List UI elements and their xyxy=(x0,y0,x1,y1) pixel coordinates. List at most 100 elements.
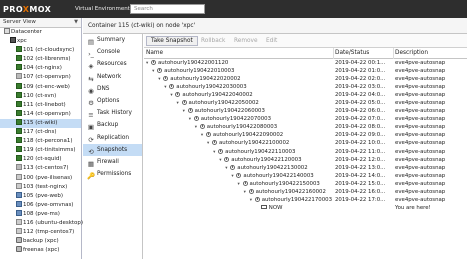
table-row[interactable]: ▾ autohourly190422040002 2019-04-22 04:0..… xyxy=(144,91,467,99)
nav-item-network[interactable]: ⇆ Network xyxy=(83,71,142,83)
container-icon xyxy=(16,109,22,116)
snapshot-name: autohourly190422100002 xyxy=(219,140,290,147)
nav-item-replication[interactable]: ⟳ Replication xyxy=(83,132,142,144)
table-row[interactable]: ▾ autohourly190422170003 2019-04-22 17:0..… xyxy=(144,196,467,204)
tree-item[interactable]: 118 (ct-percona1) xyxy=(0,137,81,146)
table-row[interactable]: ▾ autohourly190422120003 2019-04-22 12:0..… xyxy=(144,156,467,164)
snapshot-description-cell: eve4pve-autosnap xyxy=(395,140,446,147)
logo-text-left: PRO xyxy=(3,4,23,14)
table-row[interactable]: ▾ autohourly190422140003 2019-04-22 14:0..… xyxy=(144,172,467,180)
table-row[interactable]: ▾ autohourly190422080003 2019-04-22 08:0..… xyxy=(144,123,467,131)
content-title: Container 115 (ct-wiki) on node 'xpc' xyxy=(83,18,467,34)
tree-item[interactable]: 114 (ct-openvpn) xyxy=(0,109,81,119)
snapshot-name-cell: NOW xyxy=(256,204,283,212)
nav-item-console[interactable]: ›_ Console xyxy=(83,46,142,58)
tree-item[interactable]: 105 (pve-web) xyxy=(0,191,81,201)
table-row[interactable]: ▾ autohourly190422160002 2019-04-22 16:0..… xyxy=(144,188,467,196)
table-row[interactable]: NOW You are here! xyxy=(144,204,467,212)
table-row[interactable]: ▾ autohourly190422010003 2019-04-22 01:0..… xyxy=(144,67,467,75)
table-row[interactable]: ▾ autohourly190422070003 2019-04-22 07:0..… xyxy=(144,115,467,123)
tree-item[interactable]: 103 (test-nginx) xyxy=(0,182,81,192)
tree-item[interactable]: Datacenter xyxy=(0,28,81,37)
snapshot-date-cell: 2019-04-22 08:0... xyxy=(335,124,386,131)
tree-item[interactable]: 111 (ct-linebot) xyxy=(0,100,81,110)
container-icon xyxy=(16,118,22,125)
nav-item-label: Replication xyxy=(97,134,130,141)
tree-item-label: 115 (ct-wiki) xyxy=(23,119,58,126)
nav-item-backup[interactable]: ▣ Backup xyxy=(83,119,142,131)
snapshot-name: autohourly190422110003 xyxy=(225,148,296,155)
proxmox-logo[interactable]: PROXMOX xyxy=(3,3,51,15)
vm-icon xyxy=(16,200,22,207)
tree-item[interactable]: 117 (ct-dns) xyxy=(0,128,81,137)
nav-item-options[interactable]: ⚙ Options xyxy=(83,95,142,107)
snapshot-description-cell: eve4pve-autosnap xyxy=(395,172,446,179)
column-header-description[interactable]: Description xyxy=(395,50,428,56)
tree-item[interactable]: backup (xpc) xyxy=(0,237,81,246)
snapshot-name: autohourly190422130002 xyxy=(237,164,308,171)
tree-item[interactable]: 106 (pve-omvnas) xyxy=(0,200,81,210)
table-row[interactable]: ▾ autohourly190422150003 2019-04-22 15:0..… xyxy=(144,180,467,188)
snapshot-name: NOW xyxy=(268,204,283,211)
tree-item[interactable]: 108 (pve-ms) xyxy=(0,209,81,219)
container-icon xyxy=(16,55,22,62)
take-snapshot-button[interactable]: Take Snapshot xyxy=(146,36,198,46)
table-row[interactable]: ▾ autohourly190422030003 2019-04-22 03:0..… xyxy=(144,83,467,91)
rollback-button[interactable]: Rollback xyxy=(196,36,230,46)
table-row[interactable]: ▾ autohourly190422100002 2019-04-22 10:0..… xyxy=(144,139,467,147)
search-input[interactable]: Search xyxy=(130,4,205,14)
table-row[interactable]: ▾ autohourly190422001120 2019-04-22 00:1..… xyxy=(144,59,467,67)
snapshot-icon xyxy=(199,124,205,130)
column-header-name[interactable]: Name xyxy=(146,50,163,56)
tree-item[interactable]: 107 (ct-openvpn) xyxy=(0,73,81,82)
nav-item-firewall[interactable]: ▦ Firewall xyxy=(83,156,142,168)
tree-item[interactable]: 100 (pve-ilisenas) xyxy=(0,173,81,183)
nav-item-dns[interactable]: ◉ DNS xyxy=(83,83,142,95)
tree-item[interactable]: xpc xyxy=(0,37,81,46)
tree-item[interactable]: 113 (ct-centos7) xyxy=(0,164,81,173)
tree-item[interactable]: 112 (tmp-centos7) xyxy=(0,228,81,237)
nav-item-summary[interactable]: ▤ Summary xyxy=(83,34,142,46)
snapshot-icon xyxy=(205,132,211,138)
tree-item-label: 120 (ct-squid) xyxy=(23,156,62,163)
vm-icon xyxy=(16,209,22,216)
resource-nav-menu: ▤ Summary ›_ Console ◈ Resources ⇆ Network ◉ DNS ⚙… xyxy=(83,34,143,259)
tree-item[interactable]: 104 (ct-nginx) xyxy=(0,64,81,73)
tree-item-label: 109 (ct-enc-web) xyxy=(23,83,70,90)
tree-item-label: xpc xyxy=(17,38,27,45)
table-row[interactable]: ▾ autohourly190422050002 2019-04-22 05:0..… xyxy=(144,99,467,107)
tree-item[interactable]: 115 (ct-wiki) xyxy=(0,118,81,129)
table-row[interactable]: ▾ autohourly190422020002 2019-04-22 02:0..… xyxy=(144,75,467,83)
column-header-date[interactable]: Date/Status xyxy=(335,50,369,56)
tree-item[interactable]: freenas (xpc) xyxy=(0,246,81,255)
table-row[interactable]: ▾ autohourly190422110003 2019-04-22 11:0..… xyxy=(144,148,467,156)
nav-item-permissions[interactable]: 🔑 Permissions xyxy=(83,168,142,180)
tree-item[interactable]: 119 (ct-tinitsimms) xyxy=(0,146,81,155)
tree-item[interactable]: 101 (ct-cloudsync) xyxy=(0,46,81,55)
table-row[interactable]: ▾ autohourly190422060003 2019-04-22 06:0..… xyxy=(144,107,467,115)
container-icon xyxy=(16,128,22,135)
nav-item-snapshots[interactable]: ⟲ Snapshots xyxy=(83,143,142,156)
tree-item[interactable]: 116 (ubuntu-desktop) xyxy=(0,218,83,228)
nav-item-task-history[interactable]: ≡ Task History xyxy=(83,107,142,119)
server-view-selector[interactable]: Server View ▼ xyxy=(0,18,81,28)
tree-item-label: 105 (pve-web) xyxy=(23,192,64,199)
snapshot-description-cell: eve4pve-autosnap xyxy=(395,76,446,83)
snapshot-name: autohourly190422010003 xyxy=(164,68,235,75)
snapshot-date-cell: 2019-04-22 10:0... xyxy=(335,140,386,147)
resource-tree: Server View ▼ Datacenter xpc 101 (ct-cloud… xyxy=(0,18,83,259)
vm-stopped-icon xyxy=(16,228,22,235)
remove-button[interactable]: Remove xyxy=(229,36,263,46)
nav-item-label: Resources xyxy=(97,61,127,68)
tree-item[interactable]: 102 (ct-librenms) xyxy=(0,55,81,64)
table-row[interactable]: ▾ autohourly190422090002 2019-04-22 09:0..… xyxy=(144,131,467,139)
edit-button[interactable]: Edit xyxy=(261,36,282,46)
tree-item[interactable]: 120 (ct-squid) xyxy=(0,155,81,164)
table-row[interactable]: ▾ autohourly190422130002 2019-04-22 13:0..… xyxy=(144,164,467,172)
tree-item[interactable]: 110 (ct-svn) xyxy=(0,91,81,101)
snapshot-date-cell: 2019-04-22 16:0... xyxy=(335,188,386,195)
tree-item[interactable]: 109 (ct-enc-web) xyxy=(0,82,81,92)
snapshot-toolbar: Take Snapshot Rollback Remove Edit xyxy=(144,34,467,48)
nav-item-resources[interactable]: ◈ Resources xyxy=(83,58,142,70)
snapshot-date-cell: 2019-04-22 07:0... xyxy=(335,116,386,123)
